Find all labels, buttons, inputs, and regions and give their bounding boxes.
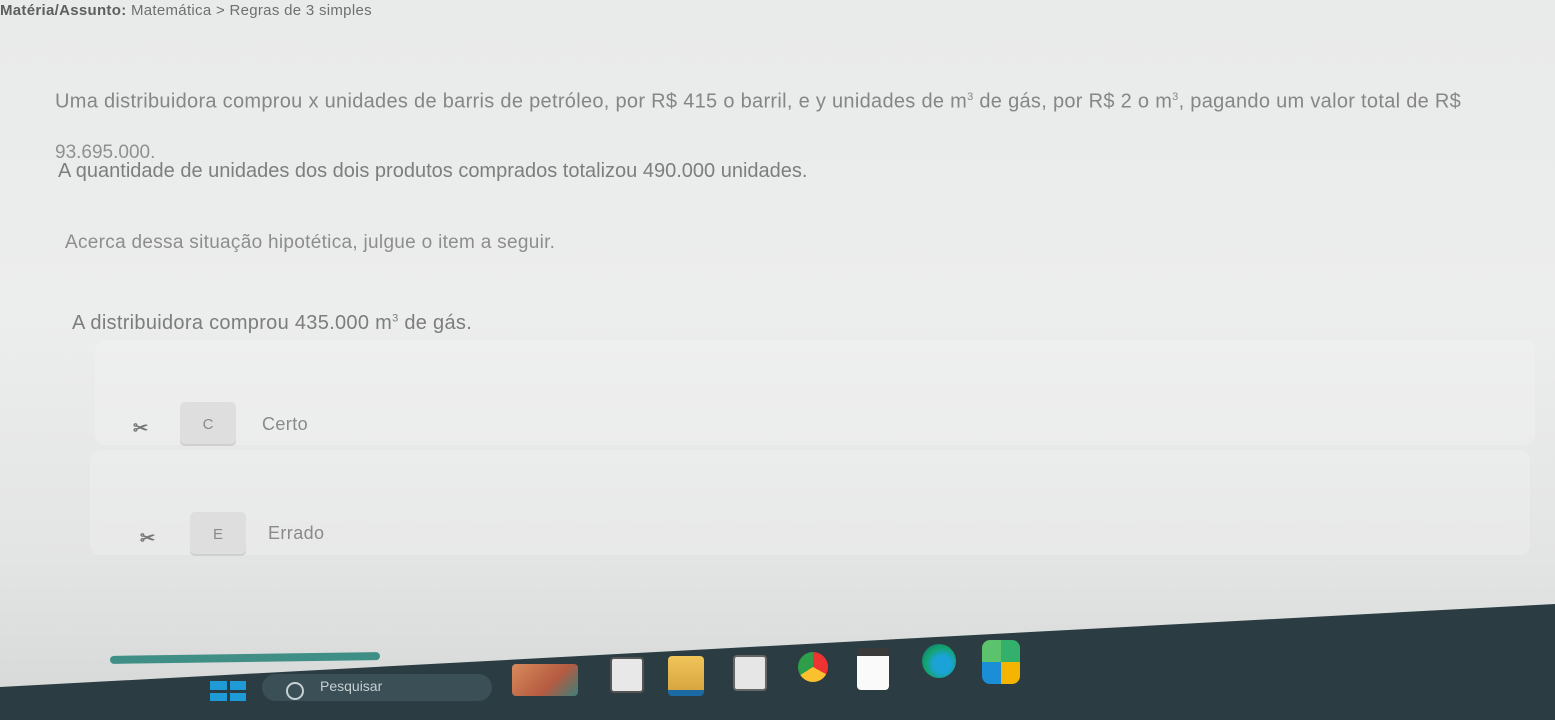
file-explorer-icon[interactable]	[610, 657, 644, 693]
edge-icon[interactable]	[922, 644, 956, 678]
statement-text: A distribuidora comprou 435.000 m	[72, 312, 393, 334]
chrome-icon[interactable]	[798, 652, 828, 682]
taskbar-highlight	[109, 652, 381, 664]
store-icon[interactable]	[733, 655, 767, 691]
question-line-1-part-a: Uma distribuidora comprou x unidades de …	[55, 90, 968, 113]
option-label-certo[interactable]: Certo	[262, 414, 308, 435]
scissors-icon[interactable]: ✂	[140, 528, 155, 549]
option-label-errado[interactable]: Errado	[268, 523, 324, 544]
option-key-c[interactable]: C	[180, 402, 236, 446]
option-key-e[interactable]: E	[190, 512, 246, 556]
search-icon	[286, 682, 304, 700]
widgets-icon[interactable]	[512, 664, 578, 696]
question-line-1-part-b: de gás, por R$ 2 o m	[973, 90, 1173, 113]
search-placeholder[interactable]: Pesquisar	[320, 678, 382, 694]
scissors-icon[interactable]: ✂	[133, 418, 148, 439]
question-text: Uma distribuidora comprou x unidades de …	[55, 78, 1535, 121]
photos-icon[interactable]	[982, 640, 1020, 684]
instruction: Acerca dessa situação hipotética, julgue…	[65, 232, 556, 253]
topic-value: Matemática > Regras de 3 simples	[130, 2, 372, 19]
statement-text-end: de gás.	[398, 312, 473, 334]
option-key-label: C	[202, 415, 214, 433]
question-line-3: A quantidade de unidades dos dois produt…	[58, 160, 808, 182]
statement: A distribuidora comprou 435.000 m3 de gá…	[72, 312, 472, 335]
folder-icon[interactable]	[668, 656, 704, 696]
topic-header: Matéria/Assunto: Matemática > Regras de …	[0, 2, 372, 19]
windows-start-icon[interactable]	[210, 681, 246, 701]
question-line-1: Uma distribuidora comprou x unidades de …	[55, 78, 1535, 121]
calendar-icon[interactable]	[857, 648, 889, 690]
question-line-1-part-c: , pagando um valor total de R$	[1178, 90, 1462, 113]
option-certo[interactable]	[95, 340, 1535, 445]
option-key-label: E	[212, 525, 223, 543]
topic-prefix: Matéria/Assunto:	[0, 2, 127, 19]
